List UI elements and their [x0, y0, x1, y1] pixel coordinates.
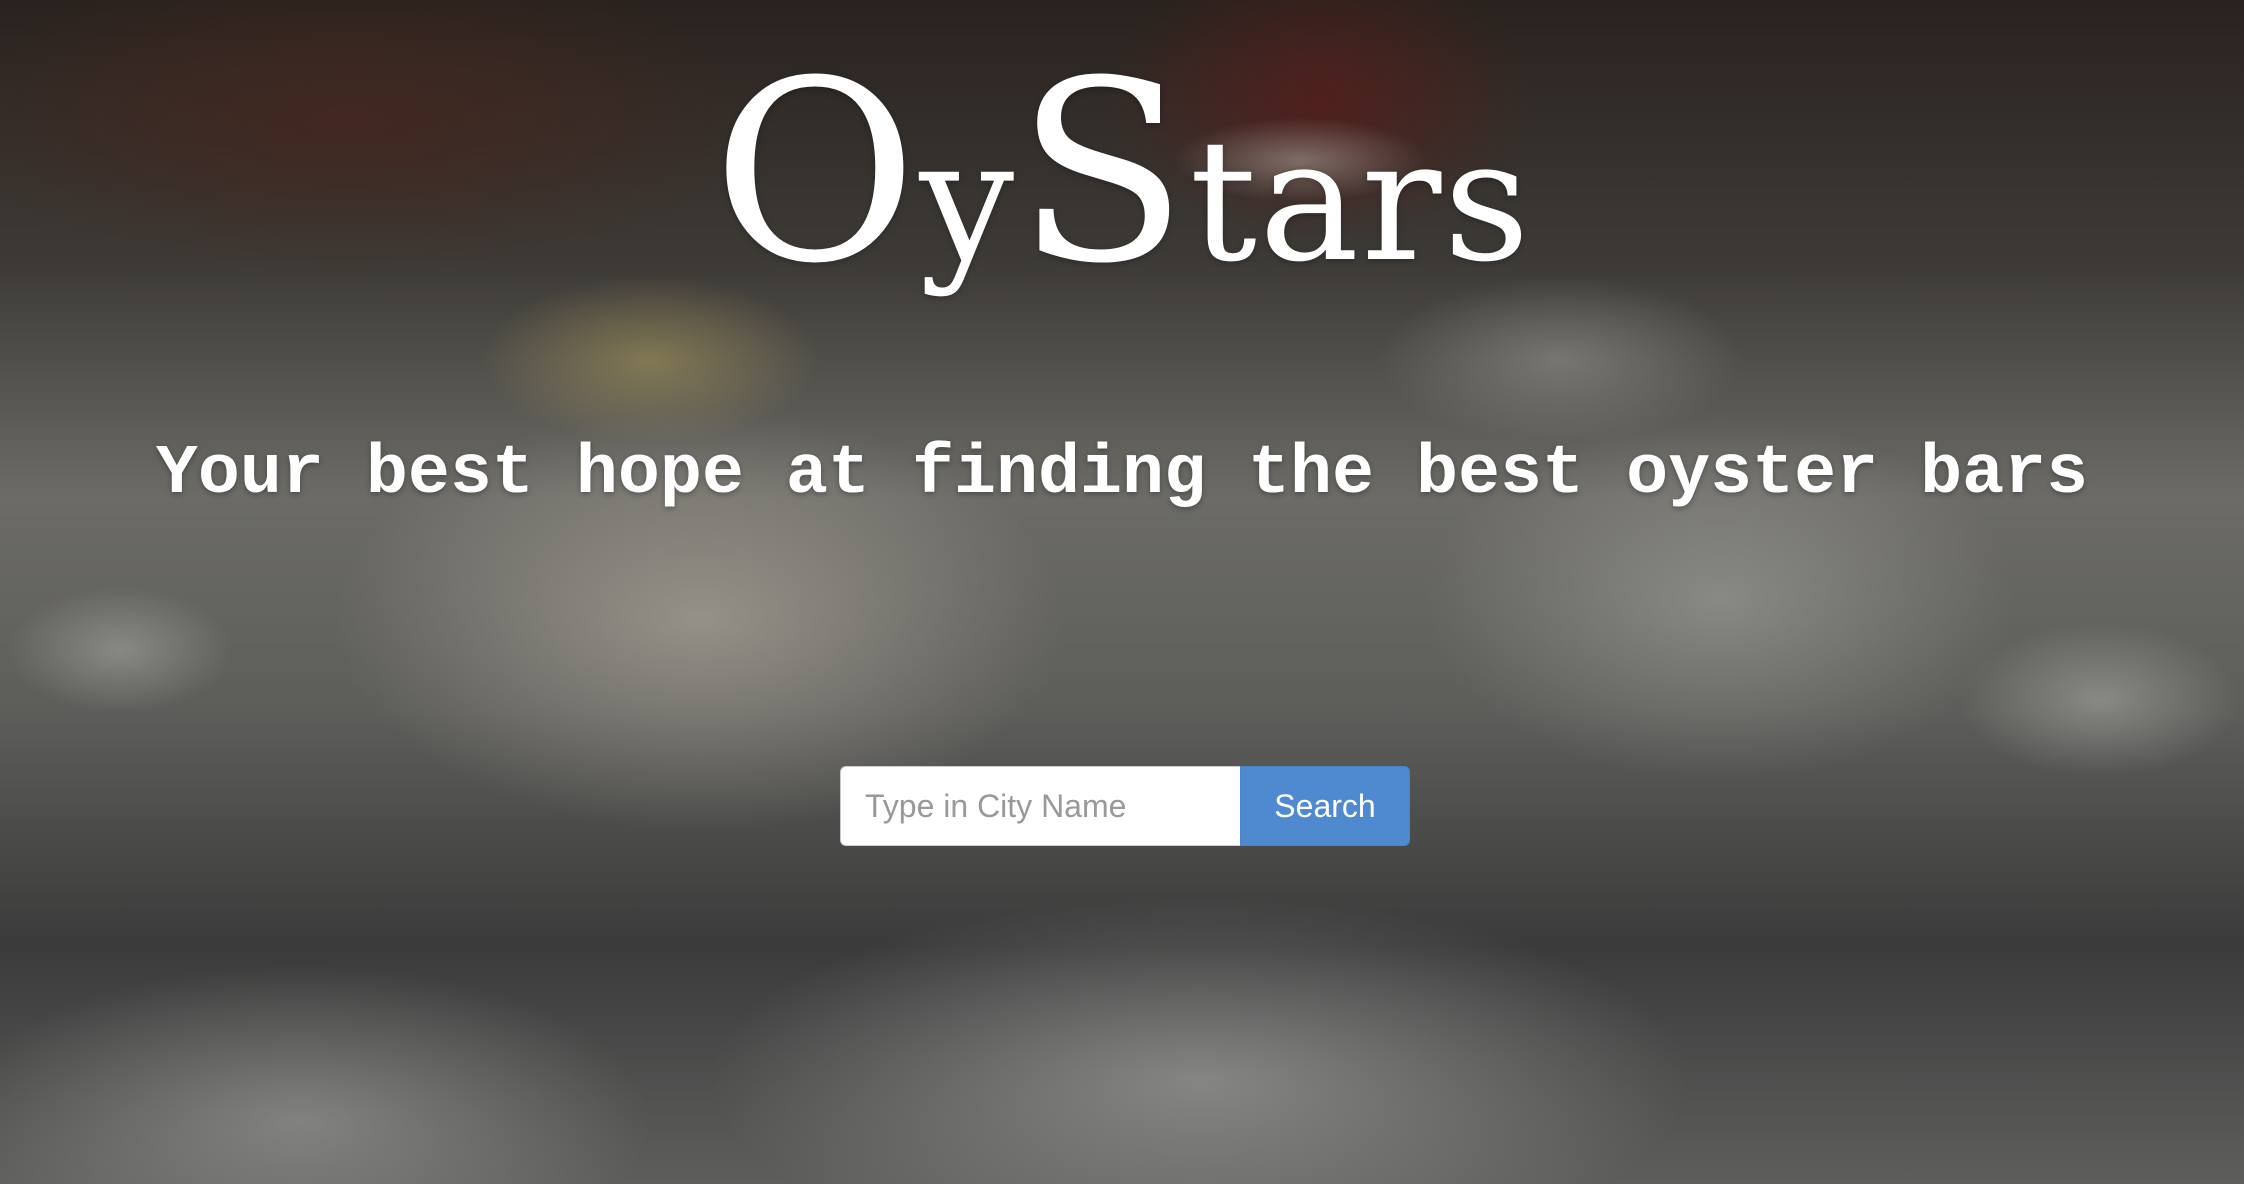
- city-search-form: Search: [840, 766, 1410, 846]
- tagline: Your best hope at finding the best oyste…: [155, 435, 2089, 514]
- brand-title-letter-o: O: [712, 27, 920, 318]
- brand-title-letter-s: S: [1016, 27, 1190, 318]
- search-button[interactable]: Search: [1240, 766, 1410, 846]
- brand-title-letters-tars: tars: [1189, 103, 1532, 299]
- city-search-input[interactable]: [840, 766, 1240, 846]
- brand-title: OyStars: [0, 48, 2244, 298]
- brand-title-letter-y: y: [919, 103, 1017, 299]
